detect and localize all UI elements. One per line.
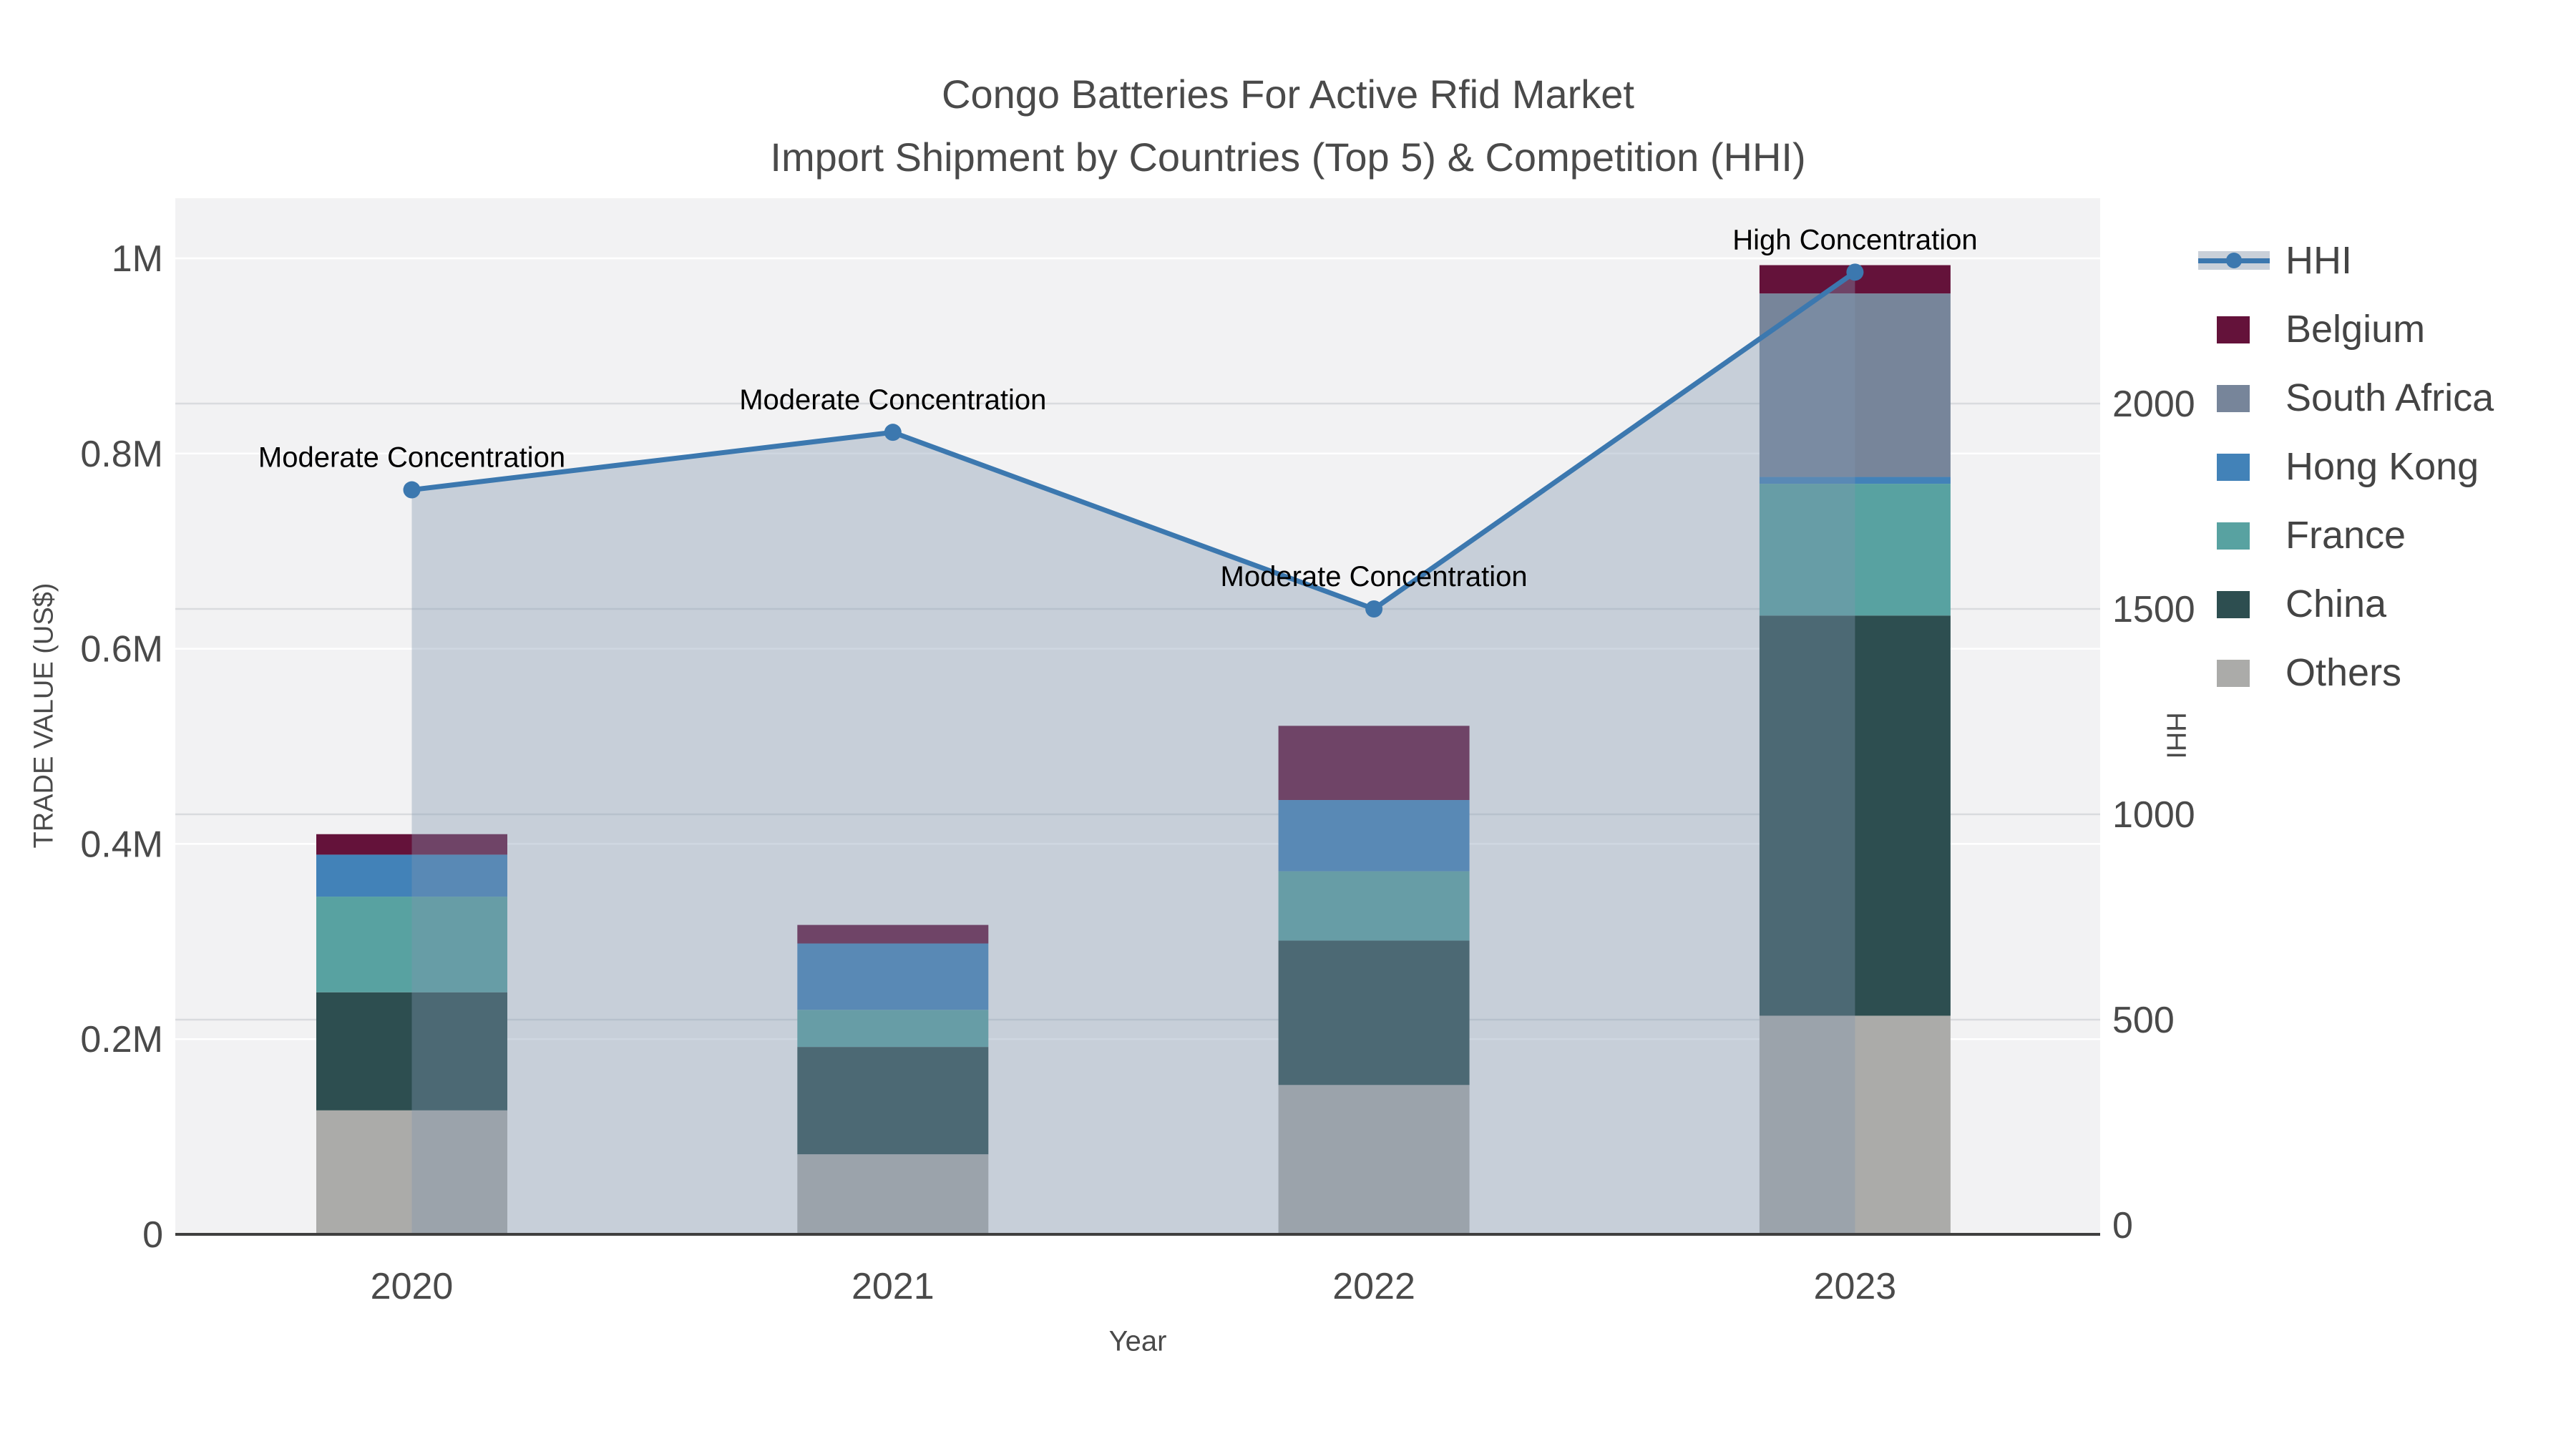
legend-item-france[interactable]: France — [2198, 501, 2494, 570]
legend: HHI Belgium South Africa Hong Kong France Chi… — [2198, 226, 2494, 707]
hhi-marker-2022 — [1365, 600, 1383, 618]
legend-label: Others — [2285, 651, 2402, 694]
legend-label: France — [2285, 514, 2406, 557]
right-tick-1500: 1500 — [2112, 589, 2195, 630]
legend-swatch-icon-france — [2198, 521, 2270, 550]
legend-item-others[interactable]: Others — [2198, 638, 2494, 707]
right-axis-title: HHI — [2160, 712, 2191, 759]
left-tick-1M: 1M — [112, 238, 163, 280]
legend-label: Belgium — [2285, 308, 2426, 351]
legend-item-south-africa[interactable]: South Africa — [2198, 364, 2494, 432]
annotation-2020: Moderate Concentration — [258, 442, 565, 474]
left-tick-0.8M: 0.8M — [80, 434, 163, 475]
legend-swatch-icon-china — [2198, 590, 2270, 618]
legend-label: HHI — [2285, 239, 2352, 282]
x-tick-2022: 2022 — [1332, 1266, 1415, 1307]
annotation-2021: Moderate Concentration — [739, 384, 1046, 416]
hhi-line-swatch-icon — [2198, 246, 2270, 275]
hhi-marker-2020 — [403, 481, 421, 499]
legend-item-china[interactable]: China — [2198, 570, 2494, 638]
left-tick-0.4M: 0.4M — [80, 824, 163, 865]
left-axis-title: TRADE VALUE (US$) — [29, 582, 59, 849]
legend-swatch-icon-hong-kong — [2198, 452, 2270, 481]
legend-swatch-icon-south-africa — [2198, 384, 2270, 412]
right-tick-1000: 1000 — [2112, 794, 2195, 836]
chart-page: Congo Batteries For Active Rfid Market I… — [0, 0, 2576, 1449]
right-tick-2000: 2000 — [2112, 384, 2195, 425]
legend-swatch-icon-belgium — [2198, 315, 2270, 343]
legend-swatch-icon-others — [2198, 658, 2270, 687]
annotation-2022: Moderate Concentration — [1221, 561, 1528, 592]
legend-item-belgium[interactable]: Belgium — [2198, 295, 2494, 364]
legend-label: China — [2285, 582, 2387, 625]
legend-item-hong-kong[interactable]: Hong Kong — [2198, 432, 2494, 501]
x-tick-2020: 2020 — [371, 1266, 454, 1307]
left-tick-0.6M: 0.6M — [80, 629, 163, 670]
right-tick-0: 0 — [2112, 1205, 2133, 1246]
x-axis-title: Year — [1108, 1325, 1167, 1357]
annotation-2023: High Concentration — [1732, 224, 1977, 255]
legend-label: South Africa — [2285, 376, 2494, 419]
left-tick-0.2M: 0.2M — [80, 1019, 163, 1060]
x-tick-2023: 2023 — [1814, 1266, 1897, 1307]
right-tick-500: 500 — [2112, 1000, 2175, 1041]
left-tick-0: 0 — [142, 1214, 163, 1256]
legend-item-hhi[interactable]: HHI — [2198, 226, 2494, 295]
x-tick-2021: 2021 — [852, 1266, 935, 1307]
hhi-marker-2021 — [884, 424, 902, 441]
hhi-marker-2023 — [1846, 263, 1864, 281]
legend-label: Hong Kong — [2285, 445, 2479, 488]
